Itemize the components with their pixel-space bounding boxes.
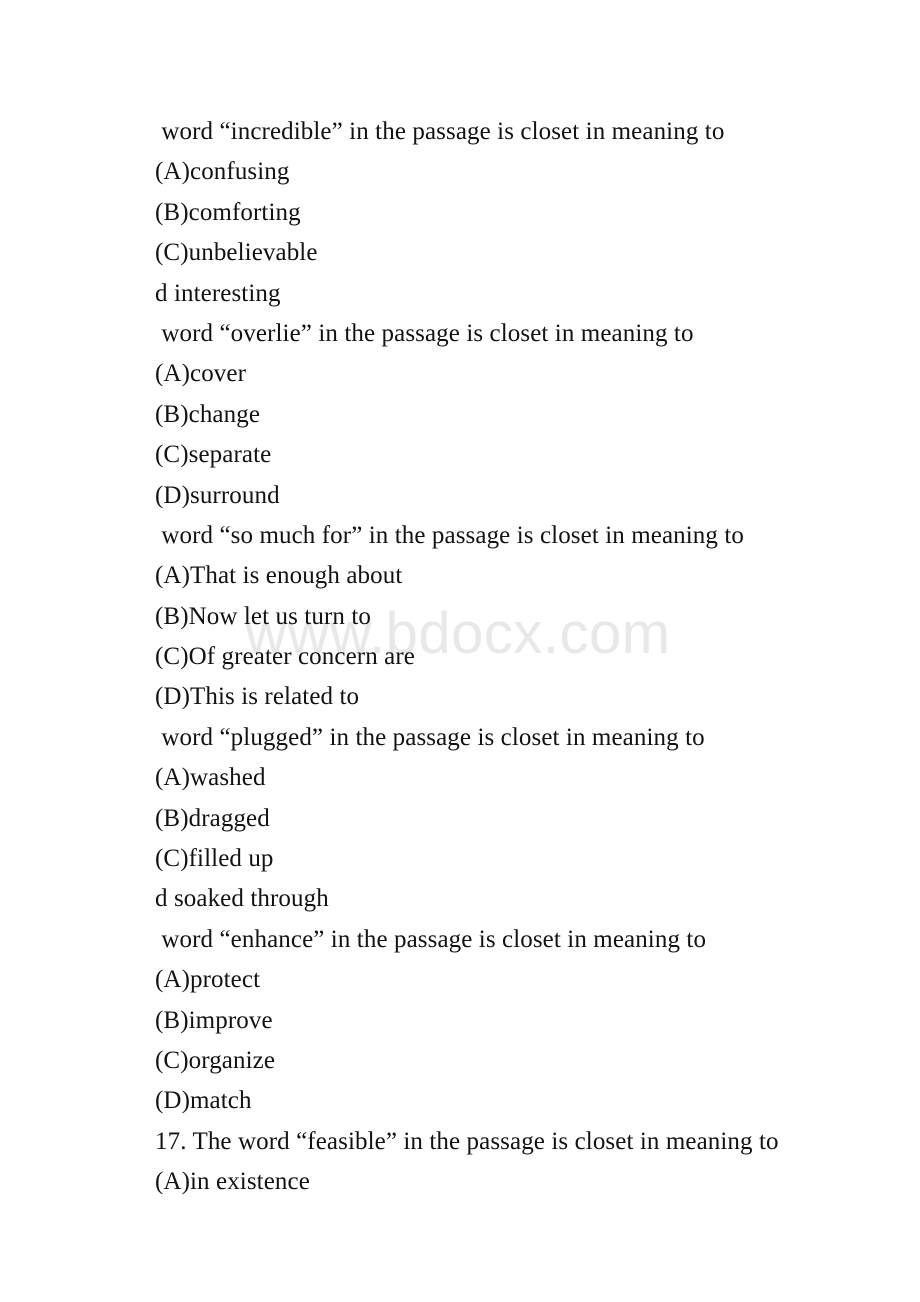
answer-option-line: (A)in existence [155, 1168, 310, 1196]
answer-option-line: d interesting [155, 279, 281, 307]
question-stem-line: 17. The word “feasible” in the passage i… [155, 1127, 779, 1155]
answer-option-line: (A)cover [155, 360, 247, 388]
question-stem-line: word “plugged” in the passage is closet … [155, 723, 705, 751]
question-stem-line: word “overlie” in the passage is closet … [155, 319, 694, 347]
answer-option-line: (B)Now let us turn to [155, 602, 371, 630]
question-stem-line: word “incredible” in the passage is clos… [155, 118, 725, 145]
answer-option-line: (B)improve [155, 1006, 273, 1034]
answer-option-line: (A)confusing [155, 158, 290, 186]
answer-option-line: (D)This is related to [155, 683, 360, 711]
answer-option-line: (B)dragged [155, 804, 270, 832]
answer-option-line: (A)washed [155, 764, 266, 792]
question-stem-line: word “so much for” in the passage is clo… [155, 521, 744, 549]
answer-option-line: (B)change [155, 400, 261, 428]
document-page: www.bdocx.com word “incredible” in the p… [0, 0, 920, 1302]
answer-option-line: (D)surround [155, 481, 280, 509]
answer-option-line: (C)separate [155, 441, 272, 469]
answer-option-line: (B)comforting [155, 198, 301, 226]
document-text-column: word “incredible” in the passage is clos… [0, 112, 920, 1203]
question-stem-line: word “enhance” in the passage is closet … [155, 925, 707, 953]
answer-option-line: (C)organize [155, 1046, 276, 1074]
answer-option-line: (A)That is enough about [155, 562, 403, 590]
answer-option-line: d soaked through [155, 885, 329, 913]
answer-option-line: (C)Of greater concern are [155, 643, 415, 671]
answer-option-line: (D)match [155, 1087, 252, 1115]
answer-option-line: (A)protect [155, 966, 261, 994]
answer-option-line: (C)unbelievable [155, 239, 318, 267]
answer-option-line: (C)filled up [155, 845, 274, 873]
